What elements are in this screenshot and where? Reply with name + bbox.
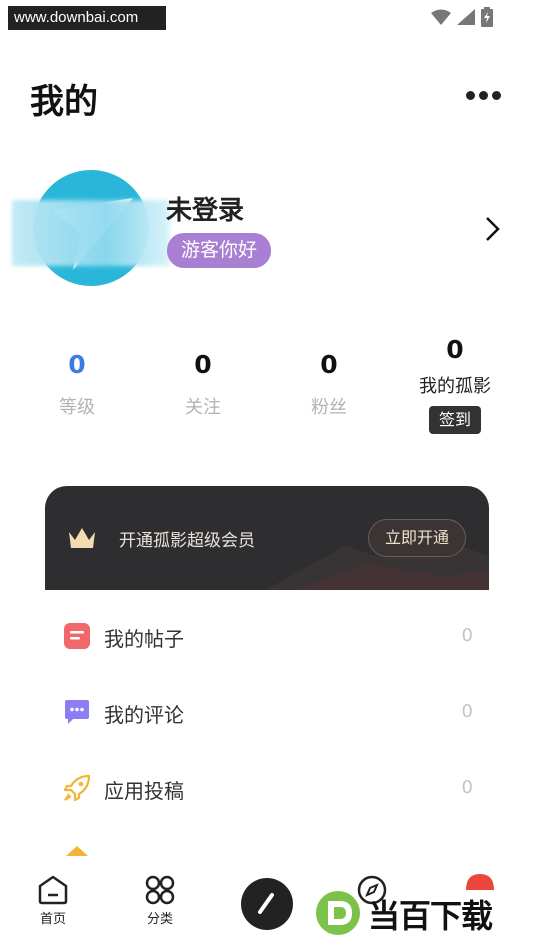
- comment-icon: [65, 700, 89, 724]
- stat-coins-label: 我的孤影: [419, 376, 491, 397]
- stat-coins[interactable]: 0 我的孤影 签到: [400, 335, 510, 434]
- menu-item-comments[interactable]: 我的评论 0: [45, 676, 489, 746]
- status-bar-icons: [431, 7, 493, 27]
- stat-coins-value: 0: [446, 335, 464, 364]
- logo-watermark-text: 当百下载: [368, 897, 493, 935]
- watermark-label: www.downbai.com: [8, 6, 166, 30]
- stat-fans-label: 粉丝: [311, 397, 347, 418]
- stat-level-label: 等级: [59, 397, 95, 418]
- blurred-overlay: [12, 200, 170, 266]
- nav-home-label: 首页: [39, 912, 66, 927]
- crown-icon: [69, 528, 95, 548]
- signal-icon: [457, 9, 475, 25]
- menu-item-label: 我的评论: [104, 703, 184, 727]
- stat-fans-value: 0: [320, 350, 338, 379]
- rocket-icon: [63, 774, 91, 802]
- stat-fans[interactable]: 0 粉丝: [274, 350, 384, 419]
- partial-menu-icon: [66, 846, 88, 856]
- battery-icon: [481, 7, 493, 27]
- menu-item-count: 0: [461, 701, 473, 722]
- stat-following-label: 关注: [185, 397, 221, 418]
- home-icon: [38, 875, 68, 905]
- username[interactable]: 未登录: [166, 190, 244, 227]
- sign-in-button[interactable]: 签到: [428, 406, 481, 434]
- stat-following-value: 0: [194, 350, 212, 379]
- stat-level-value: 0: [68, 350, 86, 379]
- menu-item-label: 应用投稿: [104, 779, 184, 803]
- vip-card[interactable]: 开通孤影超级会员 立即开通: [45, 486, 489, 590]
- post-icon: [64, 623, 90, 649]
- guest-badge: 游客你好: [167, 233, 271, 268]
- menu-item-submit-app[interactable]: 应用投稿 0: [45, 752, 489, 822]
- menu-item-posts[interactable]: 我的帖子 0: [45, 600, 489, 670]
- nav-category-label: 分类: [146, 912, 173, 927]
- vip-open-button[interactable]: 立即开通: [368, 519, 466, 557]
- page-title: 我的: [30, 82, 98, 122]
- nav-category[interactable]: 分类: [130, 874, 190, 927]
- wifi-icon: [431, 9, 451, 25]
- pencil-icon: [258, 893, 274, 914]
- category-icon: [145, 875, 175, 905]
- more-options-icon[interactable]: [466, 88, 504, 102]
- nav-home[interactable]: 首页: [23, 874, 83, 927]
- menu-item-count: 0: [461, 625, 473, 646]
- stat-following[interactable]: 0 关注: [148, 350, 258, 419]
- menu-item-label: 我的帖子: [104, 627, 184, 651]
- publish-button[interactable]: [241, 878, 293, 930]
- stat-level[interactable]: 0 等级: [22, 350, 132, 419]
- menu-item-count: 0: [461, 777, 473, 798]
- vip-promo-text: 开通孤影超级会员: [119, 531, 255, 551]
- chevron-right-icon[interactable]: [482, 214, 504, 244]
